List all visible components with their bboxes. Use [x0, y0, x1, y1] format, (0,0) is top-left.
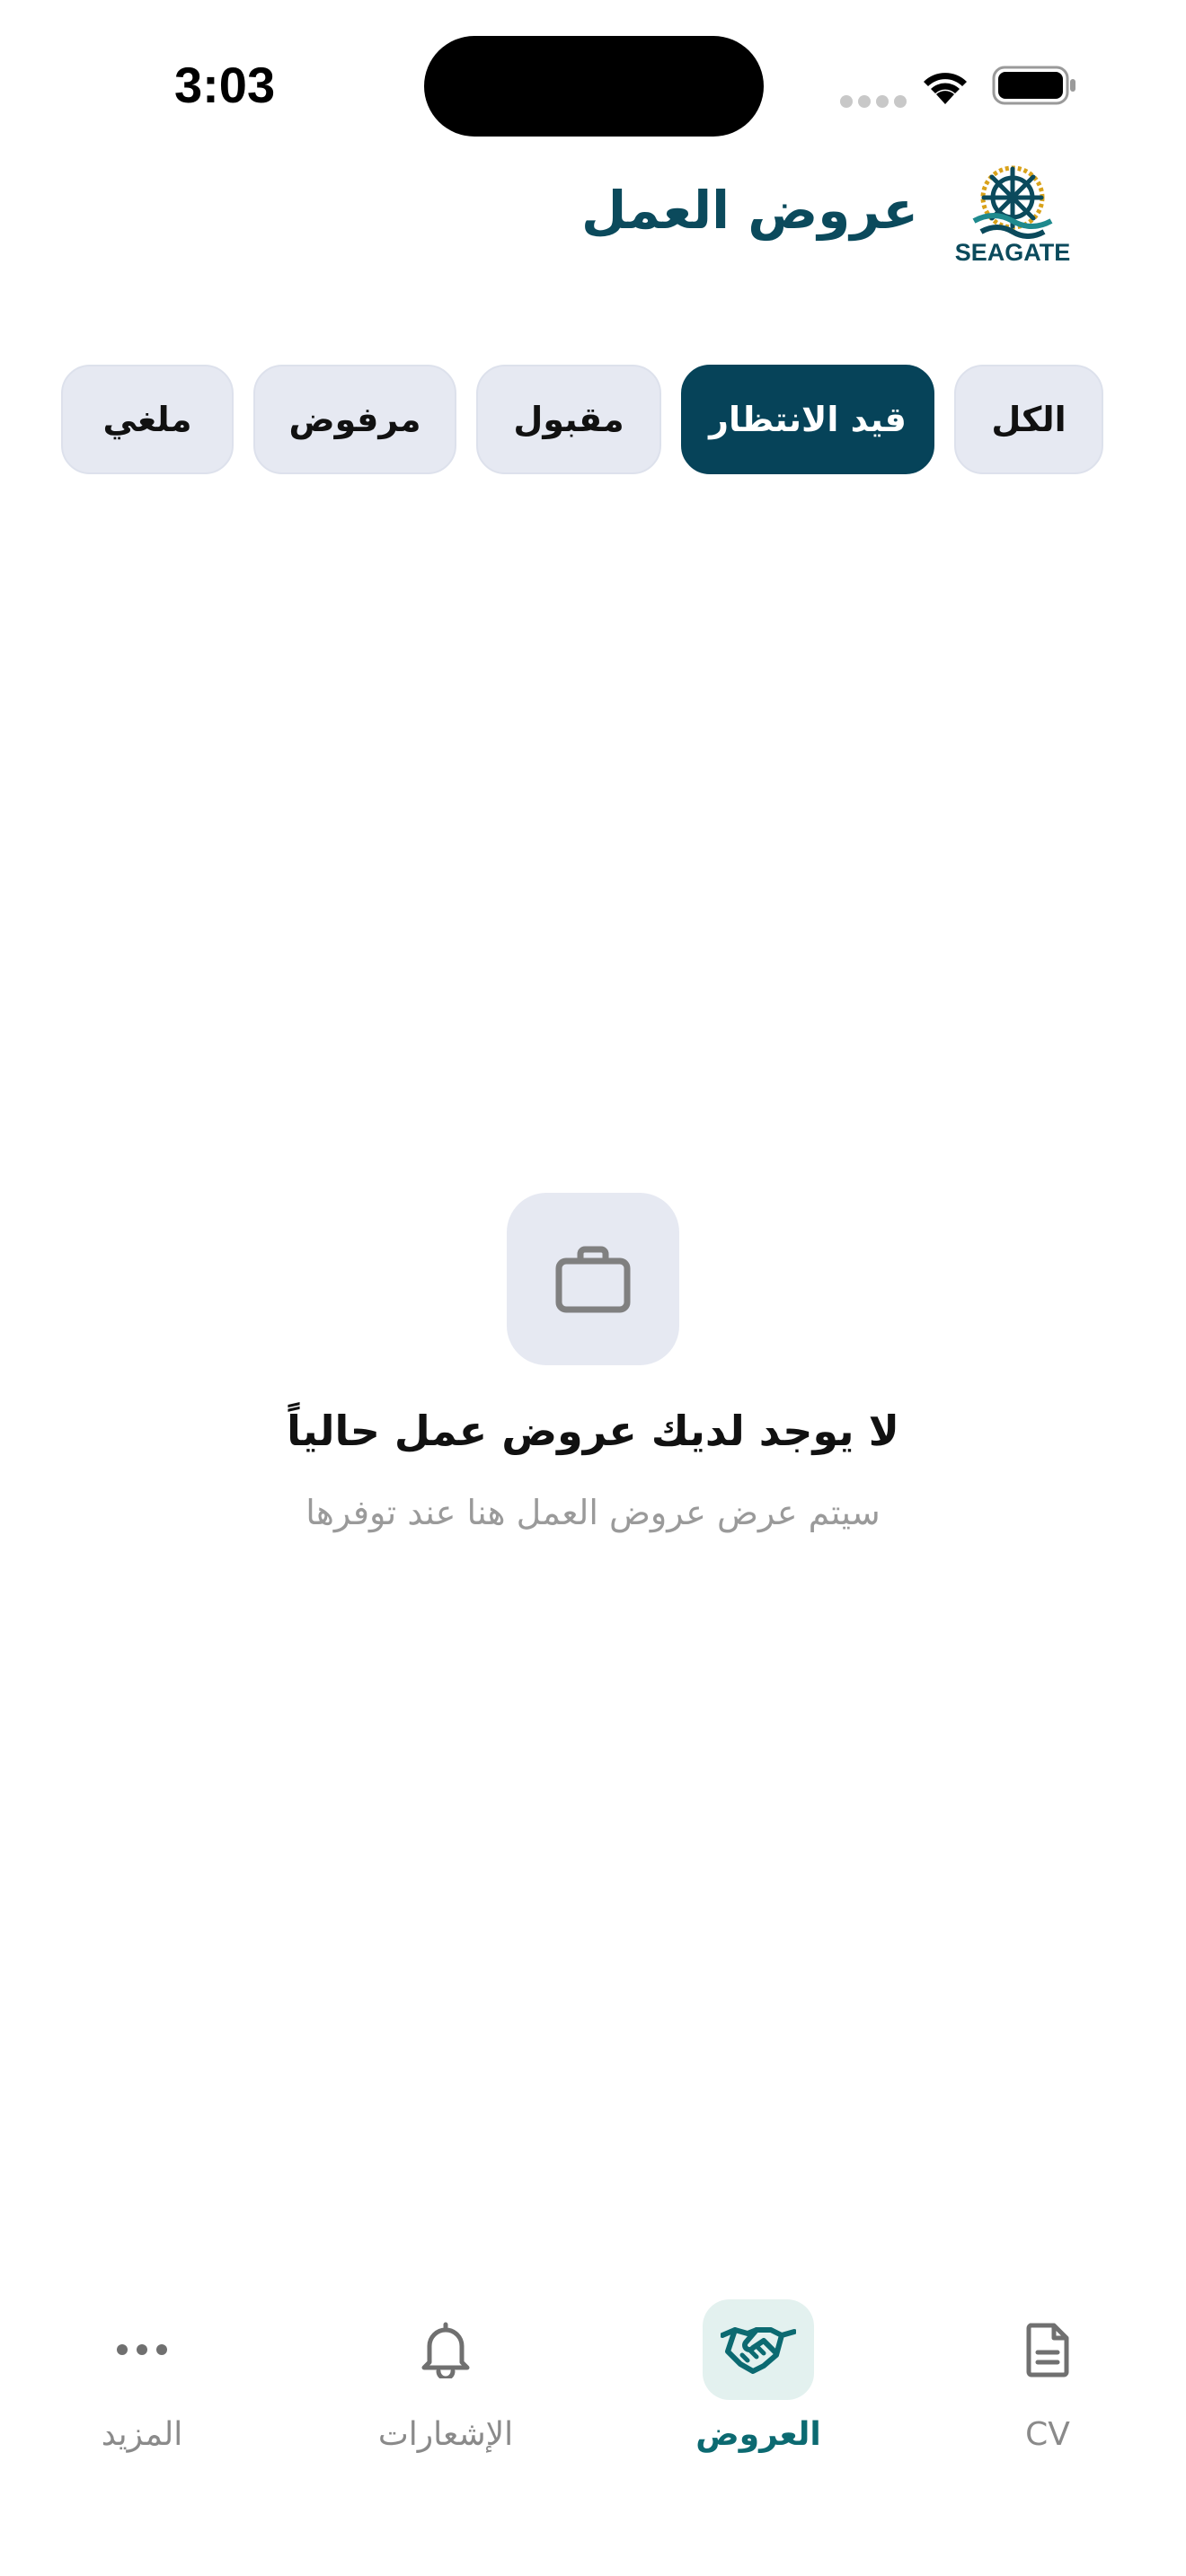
- cellular-signal-icon: [840, 95, 907, 108]
- nav-item-cv[interactable]: CV: [949, 2281, 1146, 2461]
- page-title: عروض العمل: [580, 180, 918, 241]
- status-filter-tabs: الكل قيد الانتظار مقبول مرفوض ملغي: [0, 365, 1186, 476]
- tab-pending[interactable]: قيد الانتظار: [681, 365, 934, 474]
- ship-wheel-icon: [972, 165, 1053, 239]
- logo-text: SEAGATE: [954, 239, 1071, 266]
- tab-cancelled[interactable]: ملغي: [61, 365, 234, 474]
- seagate-logo: SEAGATE: [954, 162, 1071, 269]
- tab-all[interactable]: الكل: [954, 365, 1103, 474]
- handshake-icon: [721, 2327, 796, 2374]
- nav-item-offers[interactable]: العروض: [659, 2281, 857, 2461]
- bottom-navigation: CV العروض الإشعارات المزيد: [0, 2281, 1186, 2479]
- bell-icon: [421, 2322, 470, 2378]
- empty-state-subtitle: سيتم عرض عروض العمل هنا عند توفرها: [305, 1493, 881, 1532]
- nav-label-notifications: الإشعارات: [377, 2416, 514, 2453]
- empty-state-icon-box: [507, 1193, 679, 1365]
- nav-label-cv: CV: [1025, 2416, 1070, 2453]
- battery-icon: [992, 66, 1075, 105]
- status-time: 3:03: [174, 57, 276, 113]
- nav-item-notifications[interactable]: الإشعارات: [347, 2281, 544, 2461]
- briefcase-icon: [555, 1246, 631, 1313]
- nav-label-offers: العروض: [695, 2416, 821, 2453]
- dynamic-island: [424, 36, 764, 137]
- empty-state-title: لا يوجد لديك عروض عمل حالياً: [287, 1407, 899, 1455]
- tab-rejected[interactable]: مرفوض: [253, 365, 456, 474]
- nav-item-more[interactable]: المزيد: [43, 2281, 241, 2461]
- document-icon: [1026, 2323, 1069, 2378]
- tab-accepted[interactable]: مقبول: [476, 365, 661, 474]
- nav-label-more: المزيد: [101, 2416, 183, 2453]
- more-dots-icon: [117, 2344, 167, 2355]
- wifi-icon: [924, 73, 967, 104]
